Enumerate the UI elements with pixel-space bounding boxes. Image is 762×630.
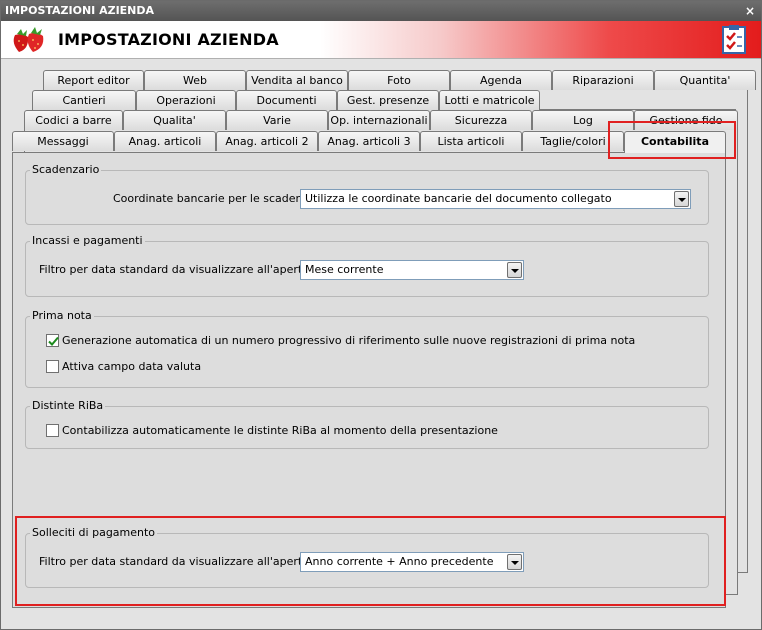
tab-vendita-al-banco[interactable]: Vendita al banco bbox=[246, 70, 348, 90]
group-title-prima-nota: Prima nota bbox=[30, 309, 94, 323]
tab-gestione-fido[interactable]: Gestione fido bbox=[634, 110, 738, 130]
incassi-filter-label: Filtro per data standard da visualizzare… bbox=[39, 263, 328, 276]
data-valuta-label: Attiva campo data valuta bbox=[62, 360, 202, 373]
tab-gest-presenze[interactable]: Gest. presenze bbox=[337, 90, 439, 110]
strawberry-icon bbox=[13, 27, 44, 52]
tab-sicurezza[interactable]: Sicurezza bbox=[430, 110, 532, 130]
group-incassi-pagamenti: Incassi e pagamenti Filtro per data stan… bbox=[25, 234, 709, 297]
tab-web[interactable]: Web bbox=[144, 70, 246, 90]
header-title: IMPOSTAZIONI AZIENDA bbox=[58, 30, 279, 49]
tab-report-editor[interactable]: Report editor bbox=[43, 70, 144, 90]
tab-anag-articoli-2[interactable]: Anag. articoli 2 bbox=[216, 131, 318, 151]
tab-quantita[interactable]: Quantita' bbox=[654, 70, 756, 90]
title-bar: IMPOSTAZIONI AZIENDA × bbox=[1, 1, 761, 21]
tab-documenti[interactable]: Documenti bbox=[236, 90, 337, 110]
solleciti-filter-value: Anno corrente + Anno precedente bbox=[305, 555, 494, 568]
tab-qualita[interactable]: Qualita' bbox=[123, 110, 226, 130]
tab-lotti-matricole[interactable]: Lotti e matricole bbox=[439, 90, 540, 110]
coordinate-bancarie-select[interactable]: Utilizza le coordinate bancarie del docu… bbox=[300, 189, 691, 209]
scadenzario-label: Coordinate bancarie per le scadenze : bbox=[113, 192, 323, 205]
group-title-scadenzario: Scadenzario bbox=[30, 163, 102, 177]
tab-anag-articoli[interactable]: Anag. articoli bbox=[114, 131, 216, 151]
tab-varie[interactable]: Varie bbox=[226, 110, 328, 130]
header-banner: IMPOSTAZIONI AZIENDA bbox=[1, 21, 761, 59]
tab-lista-articoli[interactable]: Lista articoli bbox=[420, 131, 522, 151]
riba-label: Contabilizza automaticamente le distinte… bbox=[62, 424, 498, 437]
group-distinte-riba: Distinte RiBa Contabilizza automaticamen… bbox=[25, 399, 709, 449]
group-prima-nota: Prima nota Generazione automatica di un … bbox=[25, 309, 709, 388]
data-valuta-checkbox[interactable] bbox=[46, 360, 59, 373]
tab-operazioni[interactable]: Operazioni bbox=[136, 90, 236, 110]
tab-taglie-colori[interactable]: Taglie/colori bbox=[522, 131, 624, 151]
group-solleciti: Solleciti di pagamento Filtro per data s… bbox=[25, 526, 709, 588]
solleciti-filter-label: Filtro per data standard da visualizzare… bbox=[39, 555, 328, 568]
coordinate-bancarie-value: Utilizza le coordinate bancarie del docu… bbox=[305, 192, 612, 205]
chevron-down-icon[interactable] bbox=[507, 262, 522, 278]
settings-window: IMPOSTAZIONI AZIENDA × IMPOSTAZIONI AZIE… bbox=[0, 0, 762, 630]
solleciti-filter-select[interactable]: Anno corrente + Anno precedente bbox=[300, 552, 524, 572]
tab-log[interactable]: Log bbox=[532, 110, 634, 130]
window-title: IMPOSTAZIONI AZIENDA bbox=[5, 4, 155, 17]
group-title-solleciti: Solleciti di pagamento bbox=[30, 526, 158, 540]
tab-cantieri[interactable]: Cantieri bbox=[32, 90, 136, 110]
group-title-riba: Distinte RiBa bbox=[30, 399, 106, 413]
tab-messaggi[interactable]: Messaggi bbox=[12, 131, 114, 151]
tab-codici-a-barre[interactable]: Codici a barre bbox=[24, 110, 123, 130]
group-scadenzario: Scadenzario Coordinate bancarie per le s… bbox=[25, 163, 709, 225]
close-icon[interactable]: × bbox=[745, 1, 755, 21]
numero-progressivo-checkbox[interactable] bbox=[46, 334, 59, 347]
tab-anag-articoli-3[interactable]: Anag. articoli 3 bbox=[318, 131, 420, 151]
incassi-filter-value: Mese corrente bbox=[305, 263, 384, 276]
group-title-incassi: Incassi e pagamenti bbox=[30, 234, 145, 248]
tab-contabilita[interactable]: Contabilita bbox=[624, 131, 726, 153]
riba-checkbox[interactable] bbox=[46, 424, 59, 437]
tab-foto[interactable]: Foto bbox=[348, 70, 450, 90]
incassi-filter-select[interactable]: Mese corrente bbox=[300, 260, 524, 280]
tab-op-internazionali[interactable]: Op. internazionali bbox=[328, 110, 430, 130]
chevron-down-icon[interactable] bbox=[507, 554, 522, 570]
tab-agenda[interactable]: Agenda bbox=[450, 70, 552, 90]
check-mark-icon bbox=[48, 336, 59, 346]
tab-riparazioni[interactable]: Riparazioni bbox=[552, 70, 654, 90]
contabilita-panel: Scadenzario Coordinate bancarie per le s… bbox=[12, 152, 726, 608]
checklist-icon bbox=[722, 25, 746, 54]
chevron-down-icon[interactable] bbox=[674, 191, 689, 207]
numero-progressivo-label: Generazione automatica di un numero prog… bbox=[62, 334, 636, 347]
